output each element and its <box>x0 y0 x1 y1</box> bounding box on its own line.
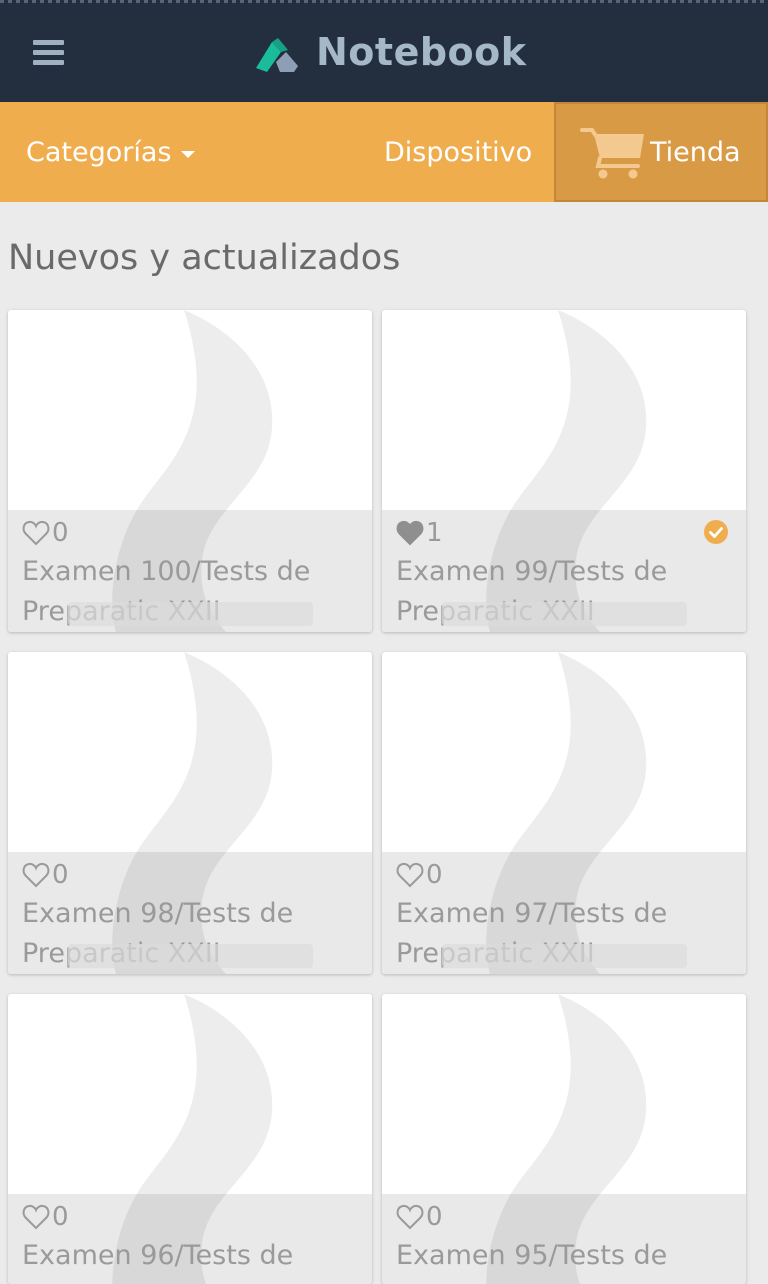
likes-counter[interactable]: 0 <box>22 1200 69 1234</box>
likes-count: 1 <box>426 518 443 548</box>
hamburger-menu-icon[interactable] <box>30 36 68 70</box>
notebook-card[interactable]: 0 Examen 97/Tests de Preparatic XXII <box>382 652 746 974</box>
likes-counter[interactable]: 1 <box>396 516 443 550</box>
device-label: Dispositivo <box>384 136 533 168</box>
categories-dropdown[interactable]: Categorías <box>26 102 196 202</box>
heart-icon <box>22 520 50 546</box>
likes-counter[interactable]: 0 <box>396 1200 443 1234</box>
categories-label: Categorías <box>26 136 172 168</box>
device-tab[interactable]: Dispositivo <box>384 102 532 202</box>
app-brand[interactable]: Notebook <box>254 26 527 78</box>
likes-count: 0 <box>52 860 69 890</box>
likes-count: 0 <box>52 1202 69 1232</box>
shopping-cart-icon <box>580 128 644 179</box>
notebook-logo-icon <box>256 38 298 72</box>
likes-counter[interactable]: 0 <box>22 516 69 550</box>
title-fade <box>68 602 313 626</box>
heart-icon <box>22 1204 50 1230</box>
likes-counter[interactable]: 0 <box>396 858 443 892</box>
app-title: Notebook <box>316 30 527 74</box>
heart-icon <box>22 862 50 888</box>
title-fade <box>442 602 687 626</box>
app-header: Notebook <box>0 0 768 102</box>
card-title: Examen 96/Tests de <box>22 1240 294 1271</box>
notebook-card[interactable]: 1 Examen 99/Tests de Preparatic XXII <box>382 310 746 632</box>
likes-count: 0 <box>426 1202 443 1232</box>
heart-icon <box>396 520 424 546</box>
status-bar-edge <box>0 0 768 3</box>
section-title: Nuevos y actualizados <box>8 238 401 278</box>
likes-count: 0 <box>426 860 443 890</box>
notebook-card[interactable]: 0 Examen 95/Tests de <box>382 994 746 1284</box>
heart-icon <box>396 1204 424 1230</box>
card-title: Examen 95/Tests de <box>396 1240 668 1271</box>
title-fade <box>442 944 687 968</box>
notebook-card[interactable]: 0 Examen 96/Tests de <box>8 994 372 1284</box>
title-fade <box>68 944 313 968</box>
store-tab[interactable]: Tienda <box>554 102 768 202</box>
store-label: Tienda <box>650 136 741 168</box>
likes-counter[interactable]: 0 <box>22 858 69 892</box>
check-circle-icon <box>704 520 728 544</box>
heart-icon <box>396 862 424 888</box>
notebook-card[interactable]: 0 Examen 100/Tests de Preparatic XXII <box>8 310 372 632</box>
caret-down-icon <box>181 150 196 158</box>
category-bar: Categorías Dispositivo Tienda <box>0 102 768 202</box>
likes-count: 0 <box>52 518 69 548</box>
notebook-card[interactable]: 0 Examen 98/Tests de Preparatic XXII <box>8 652 372 974</box>
